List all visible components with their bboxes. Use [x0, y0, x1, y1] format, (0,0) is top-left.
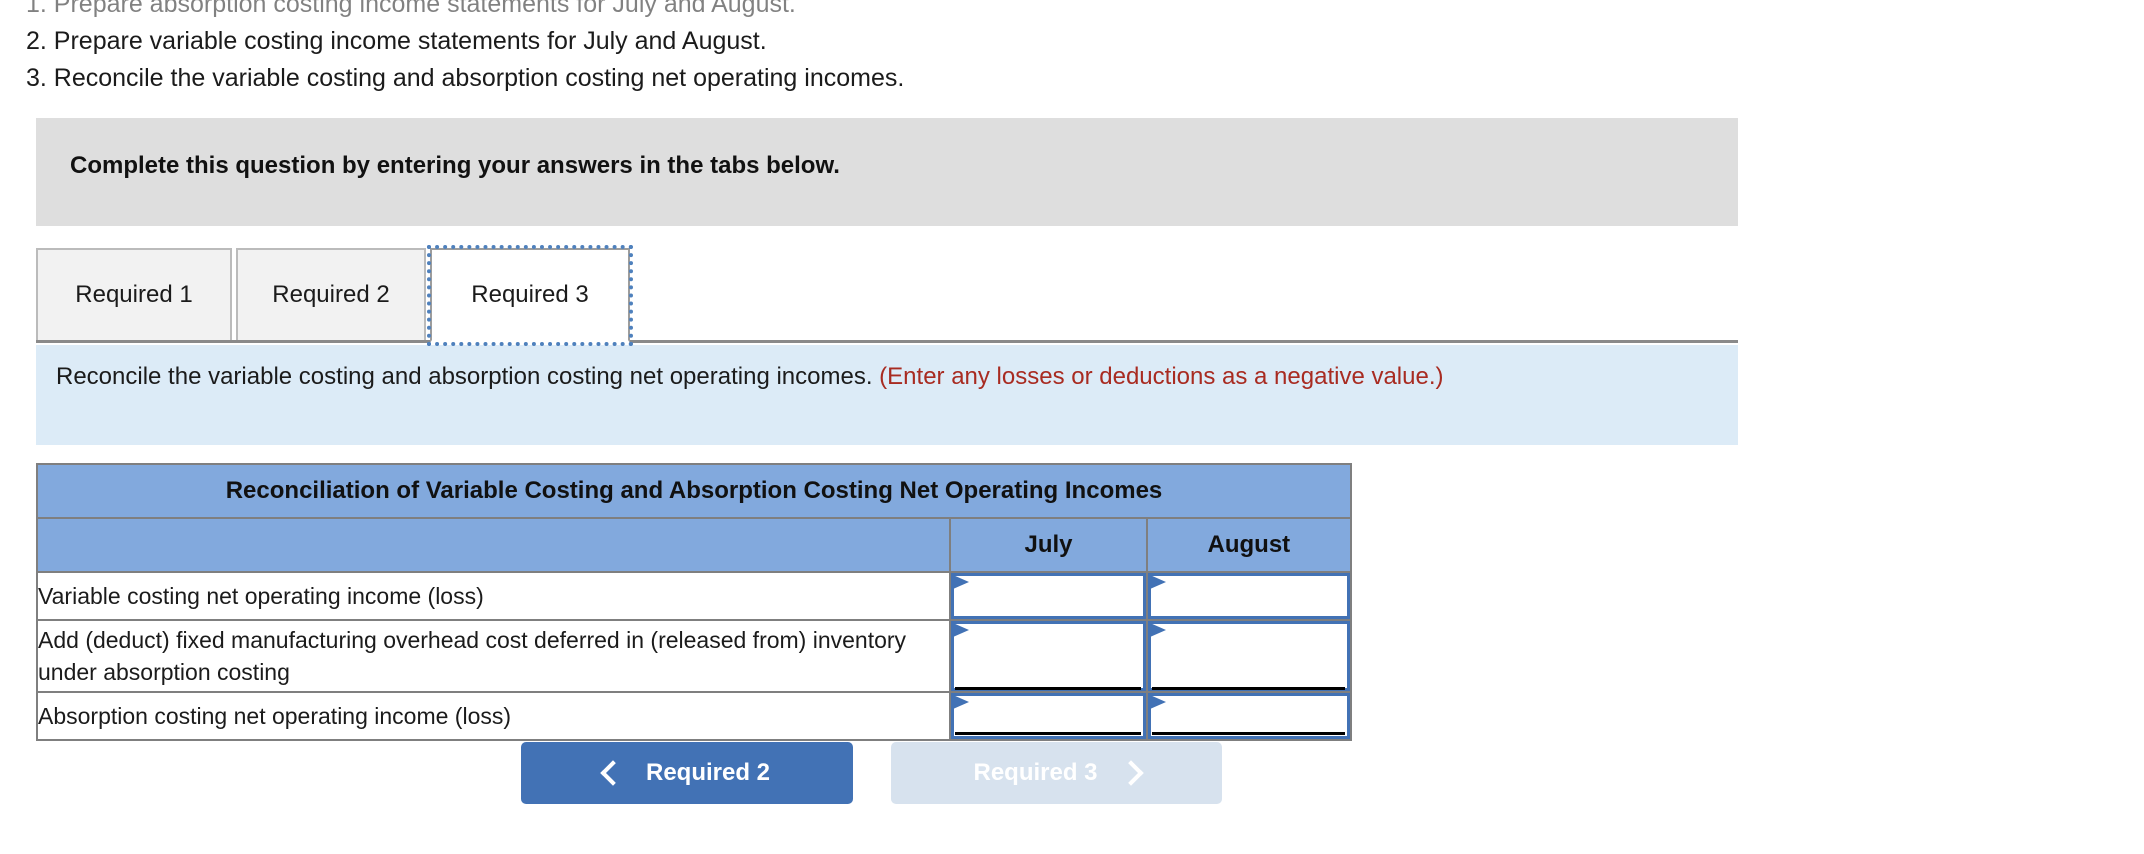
- subtotal-rule: [1151, 687, 1345, 690]
- answer-input-august-row-2[interactable]: [1147, 621, 1350, 691]
- total-rule: [1151, 732, 1345, 739]
- tab-strip-baseline: [36, 340, 1738, 343]
- requirement-line-1: 1. Prepare absorption costing income sta…: [26, 0, 796, 18]
- tab-required-2[interactable]: Required 2: [236, 248, 426, 340]
- cell-flag-icon: [1149, 575, 1168, 595]
- next-required-button[interactable]: Required 3: [891, 742, 1222, 804]
- subtotal-rule: [955, 687, 1141, 690]
- requirement-info-main: Reconcile the variable costing and absor…: [56, 363, 873, 390]
- tab-required-1-label: Required 1: [75, 281, 193, 308]
- input-cell-august-row-2[interactable]: [1145, 619, 1353, 693]
- input-cell-august-row-1[interactable]: [1145, 571, 1353, 621]
- column-header-july: July: [949, 517, 1148, 573]
- requirement-line-3: 3. Reconcile the variable costing and ab…: [26, 64, 905, 92]
- tab-required-3[interactable]: Required 3: [427, 245, 633, 346]
- tab-required-1[interactable]: Required 1: [36, 248, 232, 340]
- cell-flag-icon: [1149, 695, 1168, 715]
- total-rule: [955, 732, 1141, 739]
- requirement-info-note: (Enter any losses or deductions as a neg…: [879, 363, 1444, 390]
- navigation-bar: Required 2 Required 3: [0, 742, 2144, 810]
- cell-flag-icon: [1149, 623, 1168, 643]
- input-cell-july-row-1[interactable]: [949, 571, 1148, 621]
- previous-required-button[interactable]: Required 2: [521, 742, 853, 804]
- cell-flag-icon: [953, 623, 971, 643]
- table-header-row: July August: [35, 517, 1353, 573]
- cell-flag-icon: [953, 575, 971, 595]
- cell-flag-icon: [953, 695, 971, 715]
- tab-strip: Required 1 Required 2 Required 3: [36, 245, 1738, 346]
- requirements-list: 1. Prepare absorption costing income sta…: [26, 0, 1926, 97]
- table-row: Absorption costing net operating income …: [35, 691, 1353, 741]
- row-label-variable-costing-noi: Variable costing net operating income (l…: [35, 571, 952, 621]
- input-cell-august-row-3[interactable]: [1145, 691, 1353, 741]
- answer-input-august-row-1[interactable]: [1147, 573, 1350, 619]
- table-title-row: Reconciliation of Variable Costing and A…: [36, 463, 1352, 519]
- input-cell-july-row-2[interactable]: [949, 619, 1148, 693]
- next-required-label: Required 3: [973, 759, 1098, 786]
- row-label-fixed-moh-deferred: Add (deduct) fixed manufacturing overhea…: [35, 619, 952, 693]
- previous-required-label: Required 2: [645, 759, 771, 786]
- reconciliation-table: Reconciliation of Variable Costing and A…: [35, 463, 1353, 741]
- instruction-banner: Complete this question by entering your …: [36, 118, 1738, 226]
- table-title: Reconciliation of Variable Costing and A…: [36, 463, 1352, 519]
- tab-required-3-label: Required 3: [471, 281, 589, 308]
- answer-input-july-row-1[interactable]: [951, 573, 1146, 619]
- requirement-info-bar: Reconcile the variable costing and absor…: [36, 345, 1738, 445]
- tab-required-2-label: Required 2: [272, 281, 390, 308]
- requirement-line-2: 2. Prepare variable costing income state…: [26, 27, 767, 55]
- answer-input-july-row-2[interactable]: [951, 621, 1146, 691]
- row-label-absorption-costing-noi: Absorption costing net operating income …: [35, 691, 952, 741]
- requirement-info-text: Reconcile the variable costing and absor…: [56, 361, 1718, 393]
- table-row: Add (deduct) fixed manufacturing overhea…: [35, 619, 1353, 693]
- input-cell-july-row-3[interactable]: [949, 691, 1148, 741]
- chevron-left-icon: [600, 760, 626, 786]
- chevron-right-icon: [1117, 760, 1144, 786]
- column-header-blank: [35, 517, 952, 573]
- table-row: Variable costing net operating income (l…: [35, 571, 1353, 621]
- column-header-august: August: [1145, 517, 1353, 573]
- instruction-banner-text: Complete this question by entering your …: [70, 152, 840, 179]
